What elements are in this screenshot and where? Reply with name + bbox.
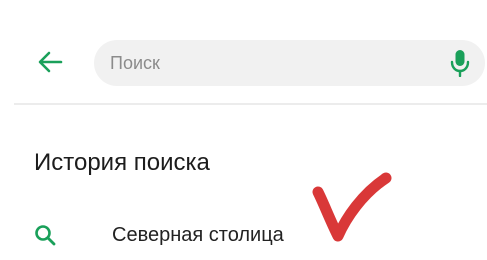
search-field[interactable] (94, 40, 485, 86)
search-icon (35, 225, 56, 246)
back-button[interactable] (30, 42, 70, 82)
search-history-title: История поиска (34, 149, 210, 176)
toolbar-divider (14, 103, 487, 105)
search-input[interactable] (110, 40, 430, 86)
history-item[interactable]: Северная столица (0, 212, 487, 260)
history-item-label: Северная столица (112, 224, 284, 246)
check-mark-icon (312, 172, 392, 242)
arrow-left-icon (38, 51, 63, 73)
search-toolbar (0, 0, 487, 104)
microphone-icon (450, 50, 470, 77)
voice-search-button[interactable] (446, 49, 474, 77)
